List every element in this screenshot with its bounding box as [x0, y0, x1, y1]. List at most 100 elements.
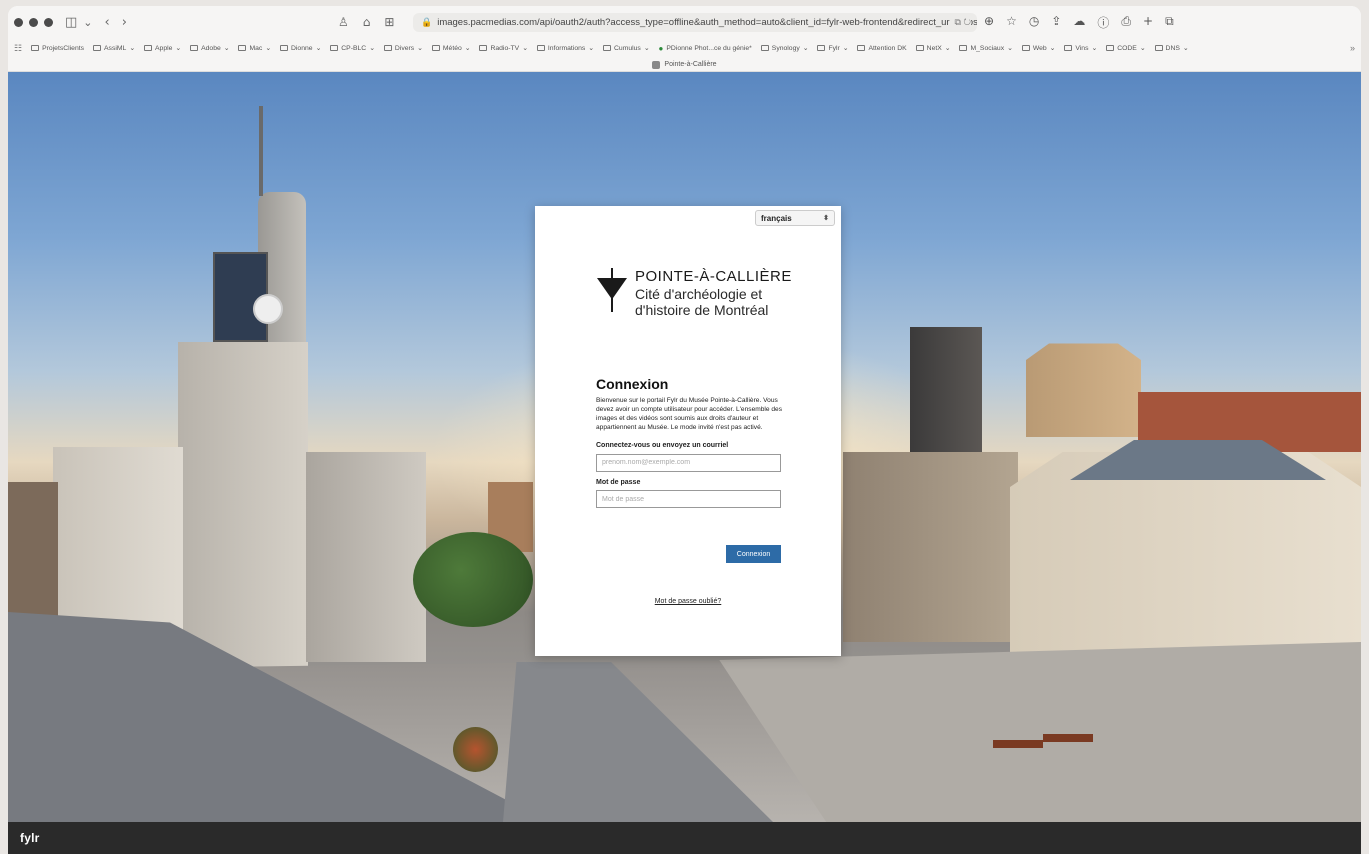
folder-icon: [603, 45, 611, 51]
folder-icon: [1106, 45, 1115, 51]
forward-icon[interactable]: ›: [122, 16, 127, 29]
folder-icon: [1021, 45, 1030, 51]
bookmark-label: Divers: [394, 44, 415, 52]
bookmark-label: AssiML: [104, 44, 127, 52]
bookmark-item[interactable]: Synology ⌄: [760, 44, 808, 52]
bookmark-item[interactable]: Fylr ⌄: [817, 44, 848, 52]
chevron-down-icon[interactable]: ⌄: [83, 17, 92, 28]
forgot-password-link[interactable]: Mot de passe oublié?: [535, 598, 841, 605]
browser-toolbar: ◫ ⌄ ‹ › ♙ ⌂ ⊞ 🔒 images.pacmedias.com/api…: [8, 6, 1361, 38]
logo-subtitle-line2: d'histoire de Montréal: [635, 302, 769, 318]
new-tab-icon[interactable]: +: [1143, 14, 1153, 31]
bookmark-item[interactable]: Cumulus ⌄: [603, 44, 650, 52]
bookmark-label: M_Sociaux: [970, 44, 1005, 52]
bookmark-item[interactable]: DNS ⌄: [1154, 44, 1189, 52]
bookmark-label: Adobe: [201, 44, 221, 52]
info-icon[interactable]: ⓘ: [1097, 14, 1109, 31]
bookmark-item[interactable]: Web ⌄: [1021, 44, 1055, 52]
museum-logo: POINTE-À-CALLIÈRE Cité d'archéologie et …: [597, 268, 792, 318]
bookmark-item[interactable]: Divers ⌄: [383, 44, 423, 52]
bookmark-label: CP-BLC: [341, 44, 367, 52]
bookmark-item[interactable]: AssiML ⌄: [93, 44, 135, 52]
bookmark-item[interactable]: Adobe ⌄: [190, 44, 229, 52]
extension-icon[interactable]: ♙: [338, 15, 349, 29]
download-icon[interactable]: ⊕: [984, 14, 994, 31]
tab-title: Pointe-à-Callière: [664, 61, 717, 68]
app-footer: fylr: [8, 822, 1361, 854]
share-icon[interactable]: ⇪: [1051, 14, 1061, 31]
bookmark-item[interactable]: Informations ⌄: [536, 44, 594, 52]
bookmark-item[interactable]: Attention DK: [857, 44, 907, 52]
folder-icon: [1064, 45, 1073, 51]
bookmarks-grid-icon[interactable]: ☷: [14, 43, 22, 54]
language-select[interactable]: français ⬍: [755, 210, 835, 226]
zoom-window-button[interactable]: [44, 17, 53, 27]
museum-tower-base: [178, 342, 308, 672]
bookmark-item[interactable]: Vins ⌄: [1064, 44, 1097, 52]
bookmark-label: CODE: [1117, 44, 1137, 52]
folder-icon: [915, 45, 924, 51]
bookmark-item[interactable]: Apple ⌄: [144, 44, 181, 52]
window-controls[interactable]: [14, 17, 53, 27]
toolbar-right-icons: ⊕ ☆ ◷ ⇪ ☁ ⓘ ⎙ + ⧉: [984, 14, 1174, 31]
page-background: français ⬍ POINTE-À-CALLIÈRE Cité d'arch…: [8, 72, 1361, 822]
login-button[interactable]: Connexion: [726, 545, 781, 563]
password-field[interactable]: [596, 490, 781, 508]
tabs-overview-icon[interactable]: ⧉: [1165, 14, 1174, 31]
bookmark-item[interactable]: ● PDionne Phot...ce du génie*: [659, 44, 752, 53]
bookmark-item[interactable]: M_Sociaux ⌄: [959, 44, 1013, 52]
close-window-button[interactable]: [14, 17, 23, 27]
bookmark-item[interactable]: Mac ⌄: [238, 44, 271, 52]
footer-brand-logo: fylr: [20, 831, 40, 845]
bookmarks-more-icon[interactable]: »: [1349, 43, 1355, 53]
history-icon[interactable]: ◷: [1029, 14, 1039, 31]
folder-icon: [280, 45, 289, 51]
login-card: français ⬍ POINTE-À-CALLIÈRE Cité d'arch…: [535, 206, 841, 656]
minimize-window-button[interactable]: [29, 17, 38, 27]
folder-icon: [330, 45, 339, 51]
email-field[interactable]: [596, 453, 781, 472]
address-url[interactable]: images.pacmedias.com/api/oauth2/auth?acc…: [437, 17, 977, 28]
bookmark-label: Attention DK: [868, 44, 907, 52]
folder-icon: [817, 45, 826, 51]
bookmark-label: Mac: [249, 44, 263, 52]
bookmark-item[interactable]: ProjetsClients: [31, 45, 84, 52]
tree: [413, 532, 533, 627]
bookmark-label: Radio-TV: [490, 44, 520, 52]
sidebar-toggle-icon[interactable]: ◫: [65, 16, 77, 29]
bench: [993, 740, 1043, 748]
home-icon[interactable]: ⌂: [363, 15, 371, 29]
folder-icon: [1154, 45, 1163, 51]
back-icon[interactable]: ‹: [105, 16, 110, 29]
bookmark-label: DNS: [1165, 44, 1180, 52]
green-dot-icon: ●: [658, 43, 664, 53]
login-title: Connexion: [596, 376, 669, 392]
star-icon[interactable]: ☆: [1006, 14, 1017, 31]
bookmark-item[interactable]: CODE ⌄: [1106, 44, 1146, 52]
stone-building: [843, 452, 1018, 642]
grid-icon[interactable]: ⊞: [384, 15, 394, 29]
bench: [1043, 734, 1093, 742]
bookmark-label: Dionne: [291, 44, 313, 52]
address-bar[interactable]: 🔒 images.pacmedias.com/api/oauth2/auth?a…: [413, 13, 977, 32]
logo-mark-icon: [597, 268, 627, 312]
bookmark-item[interactable]: Radio-TV ⌄: [479, 44, 528, 52]
tab-active[interactable]: Pointe-à-Callière: [652, 60, 717, 69]
login-intro: Bienvenue sur le portail Fylr du Musée P…: [596, 397, 782, 431]
bookmark-item[interactable]: CP-BLC ⌄: [330, 44, 375, 52]
logo-subtitle-line1: Cité d'archéologie et: [635, 286, 763, 302]
museum-annex: [306, 452, 426, 662]
tab-strip: Pointe-à-Callière: [8, 58, 1361, 72]
sun-life-building: [1026, 343, 1141, 437]
print-icon[interactable]: ⎙: [1121, 14, 1131, 31]
museum-spire: [259, 106, 263, 196]
bookmark-label: Synology: [771, 44, 800, 52]
bookmark-item[interactable]: NetX ⌄: [915, 44, 950, 52]
cloud-icon[interactable]: ☁: [1073, 14, 1085, 31]
bookmark-item[interactable]: Dionne ⌄: [280, 44, 321, 52]
bookmark-label: Cumulus: [614, 44, 641, 52]
reader-icon[interactable]: ⧉ ↻: [950, 17, 971, 28]
browser-window: ◫ ⌄ ‹ › ♙ ⌂ ⊞ 🔒 images.pacmedias.com/api…: [8, 6, 1361, 854]
folder-icon: [536, 45, 545, 51]
bookmark-item[interactable]: Météo ⌄: [431, 44, 470, 52]
